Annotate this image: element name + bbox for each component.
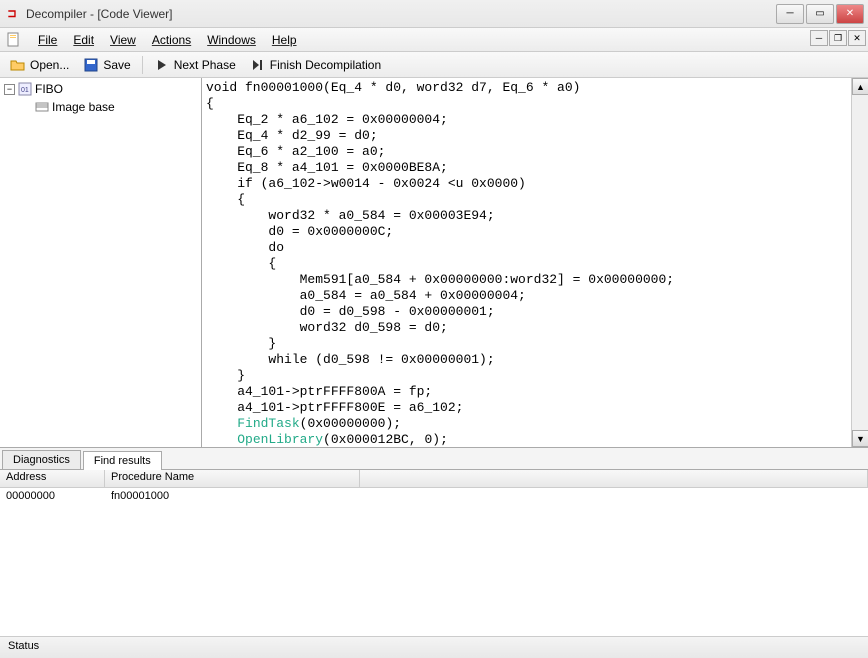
tree-panel: − 01 FIBO Image base bbox=[0, 78, 202, 447]
code-viewer[interactable]: void fn00001000(Eq_4 * d0, word32 d7, Eq… bbox=[202, 78, 868, 447]
col-empty bbox=[360, 470, 868, 487]
menu-edit[interactable]: Edit bbox=[65, 31, 102, 49]
code-content[interactable]: void fn00001000(Eq_4 * d0, word32 d7, Eq… bbox=[202, 78, 868, 447]
play-icon bbox=[154, 57, 170, 73]
finish-button[interactable]: Finish Decompilation bbox=[244, 55, 387, 75]
mdi-controls: ─ ❐ ✕ bbox=[810, 30, 866, 46]
main-area: − 01 FIBO Image base void fn00001000(Eq_… bbox=[0, 78, 868, 448]
window-title: Decompiler - [Code Viewer] bbox=[26, 7, 776, 21]
close-button[interactable]: ✕ bbox=[836, 4, 864, 24]
menu-windows[interactable]: Windows bbox=[199, 31, 264, 49]
tab-diagnostics[interactable]: Diagnostics bbox=[2, 450, 81, 469]
segment-icon bbox=[34, 99, 50, 115]
menu-actions[interactable]: Actions bbox=[144, 31, 199, 49]
toolbar-separator bbox=[142, 56, 143, 74]
vertical-scrollbar[interactable]: ▲ ▼ bbox=[851, 78, 868, 447]
tree-root[interactable]: − 01 FIBO bbox=[2, 80, 199, 98]
menu-bar: File Edit View Actions Windows Help ─ ❐ … bbox=[0, 28, 868, 52]
tree-child-label: Image base bbox=[52, 100, 115, 114]
tree-collapse-icon[interactable]: − bbox=[4, 84, 15, 95]
next-phase-button[interactable]: Next Phase bbox=[148, 55, 242, 75]
folder-open-icon bbox=[10, 57, 26, 73]
cell-procedure: fn00001000 bbox=[105, 489, 360, 503]
status-bar: Status bbox=[0, 636, 868, 658]
col-address[interactable]: Address bbox=[0, 470, 105, 487]
finish-label: Finish Decompilation bbox=[270, 58, 381, 72]
table-row[interactable]: 00000000 fn00001000 bbox=[0, 488, 868, 504]
binary-icon: 01 bbox=[17, 81, 33, 97]
col-procedure[interactable]: Procedure Name bbox=[105, 470, 360, 487]
scroll-up-icon[interactable]: ▲ bbox=[852, 78, 868, 95]
menu-help[interactable]: Help bbox=[264, 31, 305, 49]
doc-icon bbox=[6, 32, 22, 48]
title-bar: ⊐ Decompiler - [Code Viewer] ─ ▭ ✕ bbox=[0, 0, 868, 28]
minimize-button[interactable]: ─ bbox=[776, 4, 804, 24]
results-header: Address Procedure Name bbox=[0, 470, 868, 488]
cell-address: 00000000 bbox=[0, 489, 105, 503]
toolbar: Open... Save Next Phase Finish Decompila… bbox=[0, 52, 868, 78]
window-controls: ─ ▭ ✕ bbox=[776, 4, 864, 24]
next-phase-label: Next Phase bbox=[174, 58, 236, 72]
bottom-panel: Diagnostics Find results Address Procedu… bbox=[0, 448, 868, 623]
tabs-row: Diagnostics Find results bbox=[0, 448, 868, 470]
save-label: Save bbox=[103, 58, 130, 72]
save-icon bbox=[83, 57, 99, 73]
svg-text:01: 01 bbox=[21, 87, 29, 94]
menu-file[interactable]: File bbox=[30, 31, 65, 49]
open-button[interactable]: Open... bbox=[4, 55, 75, 75]
tree-child[interactable]: Image base bbox=[2, 98, 199, 116]
tab-find-results[interactable]: Find results bbox=[83, 451, 162, 470]
scroll-down-icon[interactable]: ▼ bbox=[852, 430, 868, 447]
mdi-minimize-button[interactable]: ─ bbox=[810, 30, 828, 46]
tree-root-label: FIBO bbox=[35, 82, 63, 96]
skip-icon bbox=[250, 57, 266, 73]
mdi-restore-button[interactable]: ❐ bbox=[829, 30, 847, 46]
save-button[interactable]: Save bbox=[77, 55, 136, 75]
open-label: Open... bbox=[30, 58, 69, 72]
mdi-close-button[interactable]: ✕ bbox=[848, 30, 866, 46]
app-icon: ⊐ bbox=[4, 6, 20, 22]
status-text: Status bbox=[8, 640, 39, 652]
menu-view[interactable]: View bbox=[102, 31, 144, 49]
maximize-button[interactable]: ▭ bbox=[806, 4, 834, 24]
